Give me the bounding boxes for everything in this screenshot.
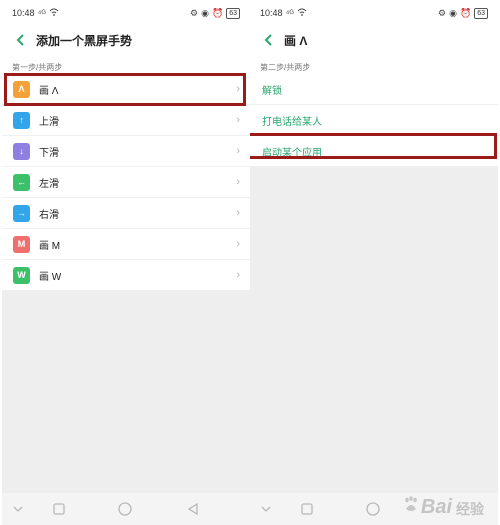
watermark-sub: 经验 — [456, 501, 484, 517]
caret-gesture-icon: Λ — [13, 80, 30, 98]
action-item-call-someone[interactable]: 打电话给某人 — [250, 105, 498, 136]
list-item-label: 左滑 — [39, 178, 59, 190]
location-icon: ◉ — [449, 7, 457, 18]
list-item-label: 解锁 — [262, 85, 282, 97]
page-title: 添加一个黑屏手势 — [36, 33, 133, 48]
chevron-right-icon: › — [236, 176, 240, 188]
action-item-unlock[interactable]: 解锁 — [250, 74, 498, 105]
chevron-right-icon: › — [236, 207, 240, 219]
alarm-icon: ⏰ — [459, 7, 472, 18]
gesture-item-draw-m[interactable]: M 画 M › — [2, 229, 250, 260]
gesture-status-icon: ⚙ — [438, 7, 447, 18]
left-phone-screen: 10:48 ⁴ᴳ ⚙ ◉ ⏰ 63 添加一个黑屏手势 第一步/共两步 Λ 画 Λ… — [2, 0, 250, 525]
collapse-chevron-icon[interactable] — [10, 501, 26, 517]
home-circle-icon[interactable] — [116, 500, 134, 518]
title-bar: 添加一个黑屏手势 — [2, 26, 250, 54]
status-bar: 10:48 ⁴ᴳ ⚙ ◉ ⏰ 63 — [2, 0, 250, 26]
gesture-status-icon: ⚙ — [190, 7, 199, 18]
recents-square-icon[interactable] — [299, 501, 315, 517]
back-chevron-icon[interactable] — [260, 32, 276, 48]
title-bar: 画 Λ — [250, 26, 498, 54]
wifi-icon — [297, 8, 307, 18]
m-gesture-icon: M — [13, 235, 30, 253]
status-time: 10:48 — [260, 8, 283, 18]
chevron-right-icon: › — [236, 238, 240, 250]
paw-logo-icon — [403, 496, 419, 519]
gesture-item-swipe-up[interactable]: ↑ 上滑 › — [2, 105, 250, 136]
battery-indicator: 63 — [474, 7, 488, 19]
location-icon: ◉ — [201, 7, 209, 18]
arrow-right-icon: → — [13, 204, 30, 222]
list-item-label: 画 W — [39, 271, 62, 283]
status-time: 10:48 — [12, 8, 35, 18]
signal-icon: ⁴ᴳ — [37, 8, 46, 18]
list-item-label: 右滑 — [39, 209, 59, 221]
arrow-down-icon: ↓ — [13, 142, 30, 160]
chevron-right-icon: › — [236, 83, 240, 95]
collapse-chevron-icon[interactable] — [258, 501, 274, 517]
chevron-right-icon: › — [236, 114, 240, 126]
chevron-right-icon: › — [236, 145, 240, 157]
baidu-watermark: Bai 经验 — [403, 496, 484, 519]
w-gesture-icon: W — [13, 266, 30, 284]
battery-indicator: 63 — [226, 7, 240, 19]
action-item-launch-app[interactable]: 启动某个应用 — [250, 136, 498, 167]
status-bar: 10:48 ⁴ᴳ ⚙ ◉ ⏰ 63 — [250, 0, 498, 26]
action-list: 解锁 打电话给某人 启动某个应用 — [250, 74, 498, 167]
signal-icon: ⁴ᴳ — [285, 8, 294, 18]
wifi-icon — [49, 8, 59, 18]
page-title: 画 Λ — [284, 33, 308, 48]
list-item-label: 上滑 — [39, 116, 59, 128]
step-label: 第一步/共两步 — [2, 54, 250, 74]
back-triangle-icon[interactable] — [185, 501, 201, 517]
recents-square-icon[interactable] — [51, 501, 67, 517]
gesture-item-swipe-down[interactable]: ↓ 下滑 › — [2, 136, 250, 167]
step-label: 第二步/共两步 — [250, 54, 498, 74]
gesture-item-swipe-left[interactable]: ← 左滑 › — [2, 167, 250, 198]
gesture-list: Λ 画 Λ › ↑ 上滑 › ↓ 下滑 › ← 左滑 › → 右滑 › M 画 … — [2, 74, 250, 291]
gesture-item-swipe-right[interactable]: → 右滑 › — [2, 198, 250, 229]
arrow-up-icon: ↑ — [13, 111, 30, 129]
list-item-label: 画 M — [39, 240, 61, 252]
watermark-brand: Bai — [420, 496, 452, 518]
gesture-item-draw-w[interactable]: W 画 W › — [2, 260, 250, 291]
list-item-label: 启动某个应用 — [262, 147, 322, 159]
chevron-right-icon: › — [236, 269, 240, 281]
list-item-label: 下滑 — [39, 147, 59, 159]
right-phone-screen: 10:48 ⁴ᴳ ⚙ ◉ ⏰ 63 画 Λ 第二步/共两步 解锁 打电话给某人 … — [250, 0, 498, 525]
gesture-item-caret[interactable]: Λ 画 Λ › — [2, 74, 250, 105]
navigation-bar — [2, 493, 250, 525]
alarm-icon: ⏰ — [211, 7, 224, 18]
list-item-label: 打电话给某人 — [262, 116, 322, 128]
arrow-left-icon: ← — [13, 173, 30, 191]
back-chevron-icon[interactable] — [12, 32, 28, 48]
list-item-label: 画 Λ — [39, 85, 59, 97]
home-circle-icon[interactable] — [364, 500, 382, 518]
